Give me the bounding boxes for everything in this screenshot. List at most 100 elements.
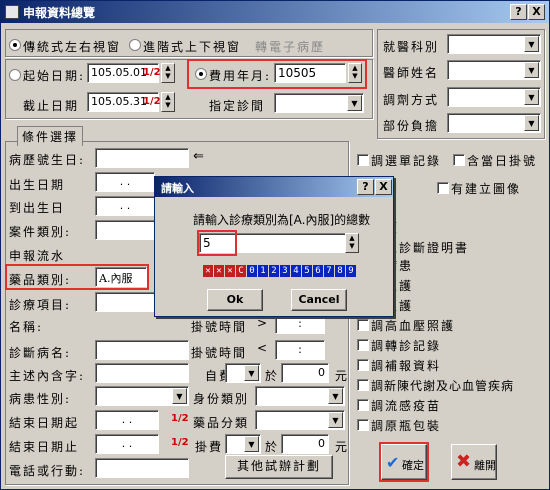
diag-name-input[interactable] bbox=[95, 340, 189, 360]
check-label-c4: 有建立圖像 bbox=[451, 182, 522, 196]
chevron-down-icon: ▼ bbox=[244, 365, 259, 381]
birth-date-input[interactable]: . . bbox=[95, 172, 155, 192]
dialog-value-spinner[interactable]: ▲ ▼ bbox=[345, 233, 359, 253]
view-mode-advanced-radio[interactable] bbox=[129, 39, 141, 51]
checkbox-c2[interactable] bbox=[453, 154, 465, 166]
lt-symbol: < bbox=[257, 341, 268, 355]
key-2[interactable]: 2 bbox=[269, 265, 279, 277]
close-button[interactable]: X bbox=[528, 4, 545, 20]
fee-month-input[interactable]: 10505 bbox=[274, 63, 346, 83]
dept-select[interactable]: ▼ bbox=[447, 34, 541, 54]
fee-month-spinner[interactable]: ▲ ▼ bbox=[348, 63, 362, 83]
dialog-title: 請輸入 bbox=[161, 182, 194, 195]
at-label-1: 於 bbox=[265, 369, 280, 383]
dialog-ok-button[interactable]: Ok bbox=[207, 289, 263, 311]
chevron-down-icon: ▼ bbox=[328, 388, 343, 404]
drug-class-input[interactable]: A.內服 bbox=[95, 267, 147, 287]
reg-time-2-label: 掛號時間 bbox=[191, 346, 248, 360]
checkbox-c11[interactable] bbox=[357, 339, 369, 351]
case-type-input[interactable] bbox=[95, 220, 155, 240]
start-date-radio[interactable] bbox=[9, 69, 21, 81]
end-from-label: 結束日期起 bbox=[9, 416, 80, 430]
key-x-icon[interactable]: ✕ bbox=[225, 265, 235, 277]
start-date-calendar-icon[interactable]: 1/2 bbox=[143, 67, 161, 81]
doctor-label: 醫師姓名 bbox=[383, 66, 440, 80]
main-window: 申報資料總覽 ? X 傳統式左右視窗 進階式上下視窗 轉電子病歷 起始日期: 1… bbox=[0, 0, 550, 490]
input-dialog: 請輸入 ? X 請輸入診療類別為[A.內服]的總數 5 ▲ ▼ ✕ ✕ ✕ C 0 1 2 3 4… bbox=[154, 176, 394, 317]
checkbox-c14[interactable] bbox=[357, 399, 369, 411]
copay-select[interactable]: ▼ bbox=[447, 113, 541, 133]
treatment-label: 診療項目: bbox=[9, 298, 72, 312]
key-x-icon[interactable]: ✕ bbox=[203, 265, 213, 277]
check-label-c13: 調新陳代謝及心血管疾病 bbox=[371, 379, 515, 393]
check-label-c14: 調流感疫苗 bbox=[371, 399, 442, 413]
key-3[interactable]: 3 bbox=[280, 265, 290, 277]
copay-label: 部份負擔 bbox=[383, 119, 440, 133]
app-icon bbox=[5, 5, 19, 19]
checkbox-c1[interactable] bbox=[357, 154, 369, 166]
dispense-select[interactable]: ▼ bbox=[447, 87, 541, 107]
key-0[interactable]: 0 bbox=[247, 265, 257, 277]
end-date-calendar-icon[interactable]: 1/2 bbox=[143, 96, 161, 110]
checkbox-c4[interactable] bbox=[437, 182, 449, 194]
at-label-2: 於 bbox=[265, 440, 280, 454]
emr-convert-label: 轉電子病歷 bbox=[255, 40, 326, 54]
key-9[interactable]: 9 bbox=[346, 265, 356, 277]
record-no-input[interactable] bbox=[95, 148, 189, 168]
complaint-label: 主述內含字: bbox=[9, 369, 86, 383]
end-from-calendar-icon[interactable]: 1/2 bbox=[171, 413, 189, 427]
drug-cat-select[interactable]: ▼ bbox=[255, 410, 345, 430]
dialog-cancel-button[interactable]: Cancel bbox=[291, 289, 347, 311]
birth-to-input[interactable]: . . bbox=[95, 196, 155, 216]
start-date-label: 起始日期: bbox=[23, 69, 86, 83]
phone-input[interactable] bbox=[95, 458, 189, 478]
other-plan-button[interactable]: 其他試辦計劃 bbox=[225, 455, 333, 479]
checkbox-c15[interactable] bbox=[357, 419, 369, 431]
end-to-calendar-icon[interactable]: 1/2 bbox=[171, 437, 189, 451]
complaint-input[interactable] bbox=[95, 363, 189, 383]
chevron-down-icon: ▼ bbox=[524, 36, 539, 52]
leave-button[interactable]: ✖ 離開 bbox=[451, 444, 497, 480]
clinic-select[interactable]: ▼ bbox=[274, 93, 364, 113]
checkbox-c10[interactable] bbox=[357, 319, 369, 331]
chevron-down-icon: ▼ bbox=[524, 115, 539, 131]
key-4[interactable]: 4 bbox=[291, 265, 301, 277]
dialog-value-highlight bbox=[197, 230, 237, 256]
key-x-icon[interactable]: ✕ bbox=[214, 265, 224, 277]
dialog-help-button[interactable]: ? bbox=[357, 179, 374, 195]
reg-fee-select[interactable]: ▼ bbox=[225, 434, 261, 454]
self-pay-amount-input[interactable]: 0 bbox=[281, 363, 329, 383]
checkbox-c12[interactable] bbox=[357, 359, 369, 371]
end-date-spinner[interactable]: ▲ ▼ bbox=[161, 92, 175, 112]
reg-time-1-input[interactable]: : bbox=[275, 314, 325, 334]
phone-label: 電話或行動: bbox=[9, 464, 86, 478]
confirm-highlight bbox=[379, 442, 429, 482]
key-c[interactable]: C bbox=[236, 265, 246, 277]
end-to-input[interactable]: . . bbox=[95, 434, 159, 454]
identity-select[interactable]: ▼ bbox=[255, 386, 345, 406]
self-pay-select[interactable]: ▼ bbox=[225, 363, 261, 383]
reg-time-2-input[interactable]: : bbox=[275, 340, 325, 360]
window-title: 申報資料總覽 bbox=[23, 6, 96, 20]
checkbox-c13[interactable] bbox=[357, 379, 369, 391]
view-mode-traditional-radio[interactable] bbox=[9, 39, 21, 51]
end-to-label: 結束日期止 bbox=[9, 440, 80, 454]
tab-conditions[interactable]: 條件選擇 bbox=[17, 126, 84, 146]
end-from-input[interactable]: . . bbox=[95, 410, 159, 430]
key-8[interactable]: 8 bbox=[335, 265, 345, 277]
birth-to-label: 到出生日 bbox=[9, 201, 66, 215]
sex-label: 病患性別: bbox=[9, 392, 72, 406]
doctor-select[interactable]: ▼ bbox=[447, 60, 541, 80]
sex-select[interactable]: ▼ bbox=[95, 386, 189, 406]
fee-month-radio[interactable] bbox=[195, 68, 207, 80]
help-button[interactable]: ? bbox=[510, 4, 527, 20]
key-5[interactable]: 5 bbox=[302, 265, 312, 277]
check-label-c15: 調原瓶包裝 bbox=[371, 419, 442, 433]
key-7[interactable]: 7 bbox=[324, 265, 334, 277]
dialog-close-button[interactable]: X bbox=[375, 179, 392, 195]
start-date-spinner[interactable]: ▲ ▼ bbox=[161, 63, 175, 83]
key-1[interactable]: 1 bbox=[258, 265, 268, 277]
reg-fee-amount-input[interactable]: 0 bbox=[281, 434, 329, 454]
key-6[interactable]: 6 bbox=[313, 265, 323, 277]
drug-cat-label: 藥品分類 bbox=[193, 416, 250, 430]
